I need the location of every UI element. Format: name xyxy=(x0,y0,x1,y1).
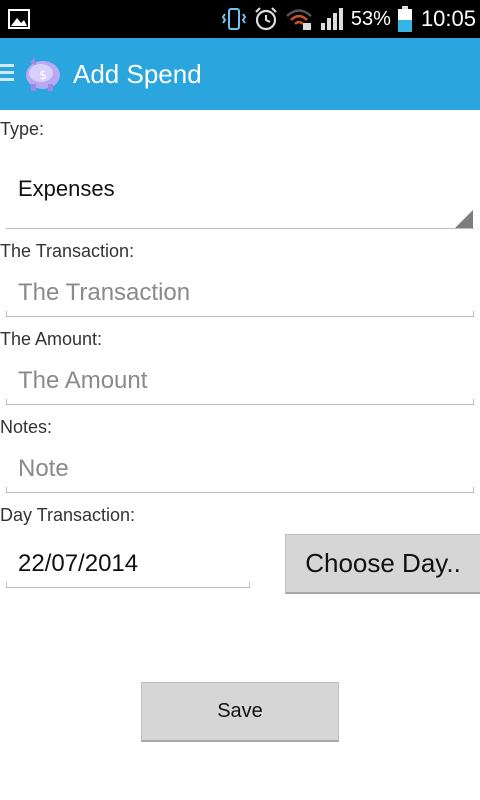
clock: 10:05 xyxy=(420,6,476,31)
amount-placeholder: The Amount xyxy=(18,367,148,394)
vibrate-icon xyxy=(221,8,247,30)
svg-text:$: $ xyxy=(39,68,47,82)
transaction-underline xyxy=(6,311,474,317)
menu-icon[interactable] xyxy=(0,64,14,82)
wifi-icon xyxy=(286,9,312,30)
notes-input[interactable]: Note xyxy=(6,448,474,494)
day-input[interactable]: 22/07/2014 xyxy=(6,542,250,588)
alarm-icon xyxy=(255,7,277,31)
spinner-arrow-icon xyxy=(455,210,473,228)
notes-label: Notes: xyxy=(0,417,53,437)
status-bar: 53% 10:05 xyxy=(0,0,480,38)
amount-underline xyxy=(6,399,474,405)
type-value: Expenses xyxy=(18,176,115,201)
type-spinner[interactable]: Expenses xyxy=(6,160,474,230)
notes-placeholder: Note xyxy=(18,455,69,482)
image-icon xyxy=(8,9,30,29)
signal-icon xyxy=(320,8,343,30)
page-title: Add Spend xyxy=(73,59,202,89)
day-underline xyxy=(6,582,250,588)
amount-label: The Amount: xyxy=(0,329,103,349)
transaction-placeholder: The Transaction xyxy=(18,279,191,306)
save-button[interactable]: Save xyxy=(141,682,339,742)
piggy-bank-icon[interactable]: $ xyxy=(20,54,64,94)
battery-percent: 53% xyxy=(350,7,391,30)
battery-icon xyxy=(397,6,412,32)
choose-day-button[interactable]: Choose Day.. xyxy=(285,534,480,594)
amount-input[interactable]: The Amount xyxy=(6,360,474,406)
day-value: 22/07/2014 xyxy=(18,550,139,577)
transaction-label: The Transaction: xyxy=(0,241,135,261)
action-bar: $ Add Spend xyxy=(0,38,480,110)
type-divider xyxy=(6,228,474,229)
notes-underline xyxy=(6,487,474,493)
type-label: Type: xyxy=(0,119,45,139)
transaction-input[interactable]: The Transaction xyxy=(6,272,474,318)
day-label: Day Transaction: xyxy=(0,505,136,525)
